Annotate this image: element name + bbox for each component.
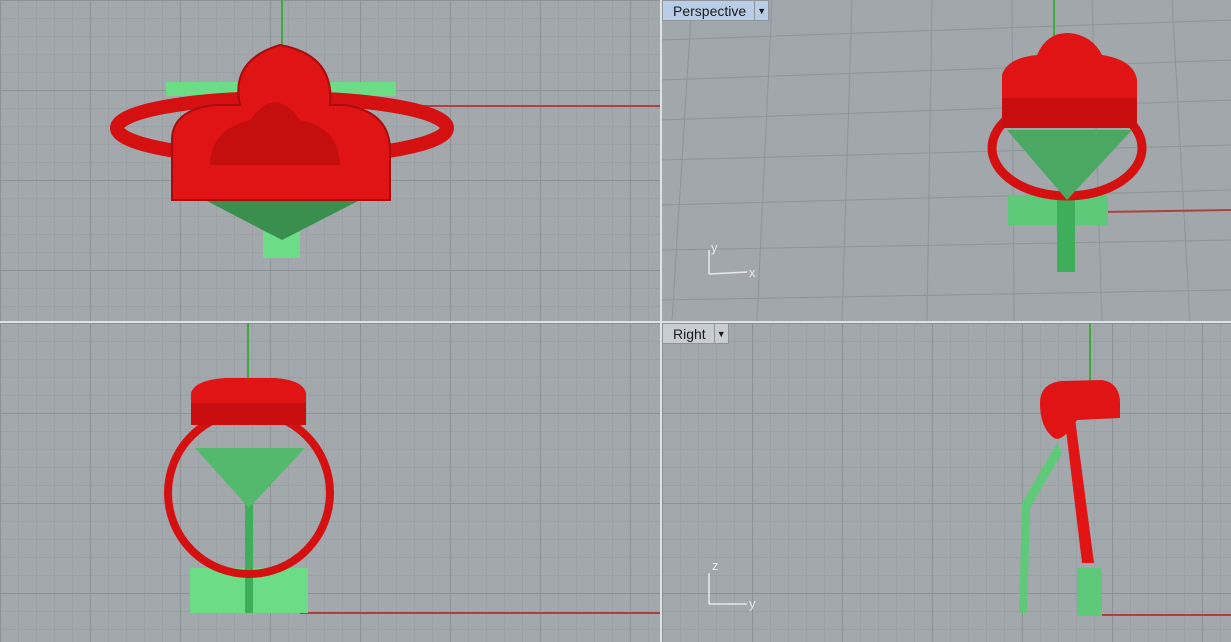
axis-label-a: z bbox=[712, 558, 719, 573]
support-trunk bbox=[245, 503, 253, 613]
viewport-perspective[interactable]: Perspective ▼ y x bbox=[662, 0, 1231, 321]
viewport-top[interactable] bbox=[0, 0, 660, 321]
support-tree bbox=[195, 448, 305, 508]
support-tree bbox=[205, 200, 360, 240]
viewport-front[interactable] bbox=[0, 323, 660, 642]
setting-gallery bbox=[191, 403, 306, 425]
axis-label-b: x bbox=[749, 265, 756, 280]
top-view-scene bbox=[110, 0, 660, 258]
axis-gizmo: y x bbox=[708, 240, 756, 280]
axis-gizmo: z y bbox=[708, 558, 756, 611]
viewport-right[interactable]: Right ▼ z y bbox=[662, 323, 1231, 642]
viewport-divider-horizontal[interactable] bbox=[0, 321, 1231, 323]
axis-label-a: y bbox=[711, 240, 718, 255]
front-view-scene bbox=[164, 323, 660, 614]
axis-label-b: y bbox=[749, 596, 756, 611]
viewport-divider-vertical[interactable] bbox=[660, 0, 662, 642]
